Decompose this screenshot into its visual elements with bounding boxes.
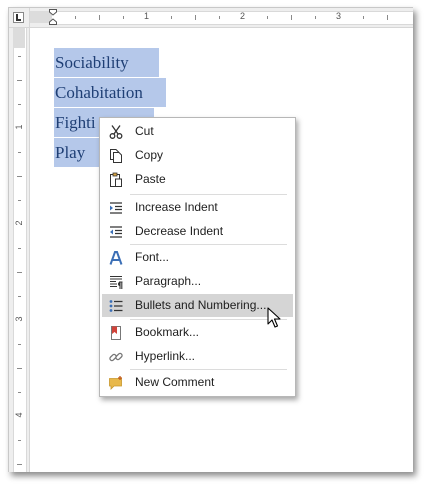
- menu-item-label: Font...: [135, 250, 170, 264]
- menu-item-label: Decrease Indent: [135, 224, 224, 238]
- mouse-pointer-icon: [267, 307, 281, 328]
- hyperlink-icon: [109, 352, 123, 362]
- menu-item-label: Paste: [135, 172, 166, 186]
- context-menu[interactable]: Cut Copy Paste Increase Indent Decrease …: [99, 117, 296, 397]
- ruler-number: 2: [240, 11, 246, 21]
- ruler-tick: [195, 15, 196, 20]
- ruler-tick: [17, 368, 22, 369]
- ruler-tick: [291, 15, 292, 20]
- indent-marker-icon[interactable]: [49, 9, 57, 25]
- ruler-tick: [99, 15, 100, 20]
- ruler-tick: [267, 16, 268, 19]
- ruler-tape: [13, 28, 27, 472]
- horizontal-ruler[interactable]: 1 2 3: [30, 8, 413, 28]
- menu-item-label: Bullets and Numbering...: [135, 298, 267, 312]
- ruler-tick: [219, 16, 220, 19]
- vertical-ruler[interactable]: 1 2 3 4: [9, 28, 30, 472]
- ruler-tick: [17, 464, 22, 465]
- menu-item-label: Hyperlink...: [135, 349, 196, 363]
- ruler-number: 3: [14, 316, 24, 322]
- ruler-tick: [18, 200, 21, 201]
- menu-item-bullets-and-numbering[interactable]: Bullets and Numbering...: [102, 294, 293, 317]
- menu-item-label: Cut: [135, 124, 154, 138]
- menu-item-font[interactable]: Font...: [102, 246, 293, 269]
- scissors-icon: [109, 125, 123, 139]
- ruler-tick: [18, 152, 21, 153]
- menu-item-paste[interactable]: Paste: [102, 168, 293, 191]
- menu-item-increase-indent[interactable]: Increase Indent: [102, 196, 293, 219]
- ruler-tick: [18, 104, 21, 105]
- ruler-tape: [52, 11, 413, 25]
- comment-icon: [109, 376, 122, 390]
- bookmark-icon: [111, 326, 121, 340]
- ruler-tick: [123, 16, 124, 19]
- document-line[interactable]: Cohabitation: [54, 78, 166, 107]
- menu-item-label: Bookmark...: [135, 325, 200, 339]
- menu-item-label: New Comment: [135, 375, 215, 389]
- bullets-icon: [109, 300, 123, 312]
- ruler-tick: [18, 296, 21, 297]
- paragraph-icon: [110, 275, 123, 289]
- ruler-tick: [18, 344, 21, 345]
- ruler-tick: [315, 16, 316, 19]
- ruler-tick: [17, 80, 22, 81]
- ruler-tick: [363, 16, 364, 19]
- ruler-tick: [18, 440, 21, 441]
- ruler-number: 4: [14, 412, 24, 418]
- menu-item-copy[interactable]: Copy: [102, 144, 293, 167]
- ruler-tick: [17, 176, 22, 177]
- menu-separator: [130, 244, 287, 245]
- ruler-tick: [18, 56, 21, 57]
- decrease-indent-icon: [110, 226, 122, 238]
- font-icon: [109, 251, 123, 265]
- ruler-tick: [387, 15, 388, 20]
- ruler-number: 1: [144, 11, 150, 21]
- ruler-number: 3: [336, 11, 342, 21]
- document-line[interactable]: Sociability: [54, 48, 159, 77]
- menu-item-hyperlink[interactable]: Hyperlink...: [102, 345, 293, 368]
- copy-icon: [110, 149, 122, 163]
- ruler-top-margin: [13, 28, 25, 48]
- left-tab-icon: [13, 12, 24, 23]
- menu-item-decrease-indent[interactable]: Decrease Indent: [102, 220, 293, 243]
- ruler-number: 1: [14, 124, 24, 130]
- menu-item-cut[interactable]: Cut: [102, 120, 293, 143]
- menu-item-new-comment[interactable]: New Comment: [102, 371, 293, 394]
- ruler-tick: [18, 392, 21, 393]
- tab-selector-button[interactable]: [9, 8, 30, 28]
- ruler-tick: [18, 248, 21, 249]
- ruler-tick: [75, 16, 76, 19]
- paste-icon: [110, 172, 122, 187]
- menu-item-bookmark[interactable]: Bookmark...: [102, 321, 293, 344]
- menu-item-label: Paragraph...: [135, 274, 202, 288]
- menu-separator: [130, 319, 287, 320]
- menu-separator: [130, 194, 287, 195]
- menu-separator: [130, 369, 287, 370]
- menu-item-label: Copy: [135, 148, 164, 162]
- menu-item-paragraph[interactable]: Paragraph...: [102, 270, 293, 293]
- menu-item-label: Increase Indent: [135, 200, 218, 214]
- increase-indent-icon: [110, 202, 122, 214]
- document-line[interactable]: Play: [54, 138, 100, 167]
- ruler-tick: [17, 272, 22, 273]
- ruler-number: 2: [14, 220, 24, 226]
- ruler-tick: [171, 16, 172, 19]
